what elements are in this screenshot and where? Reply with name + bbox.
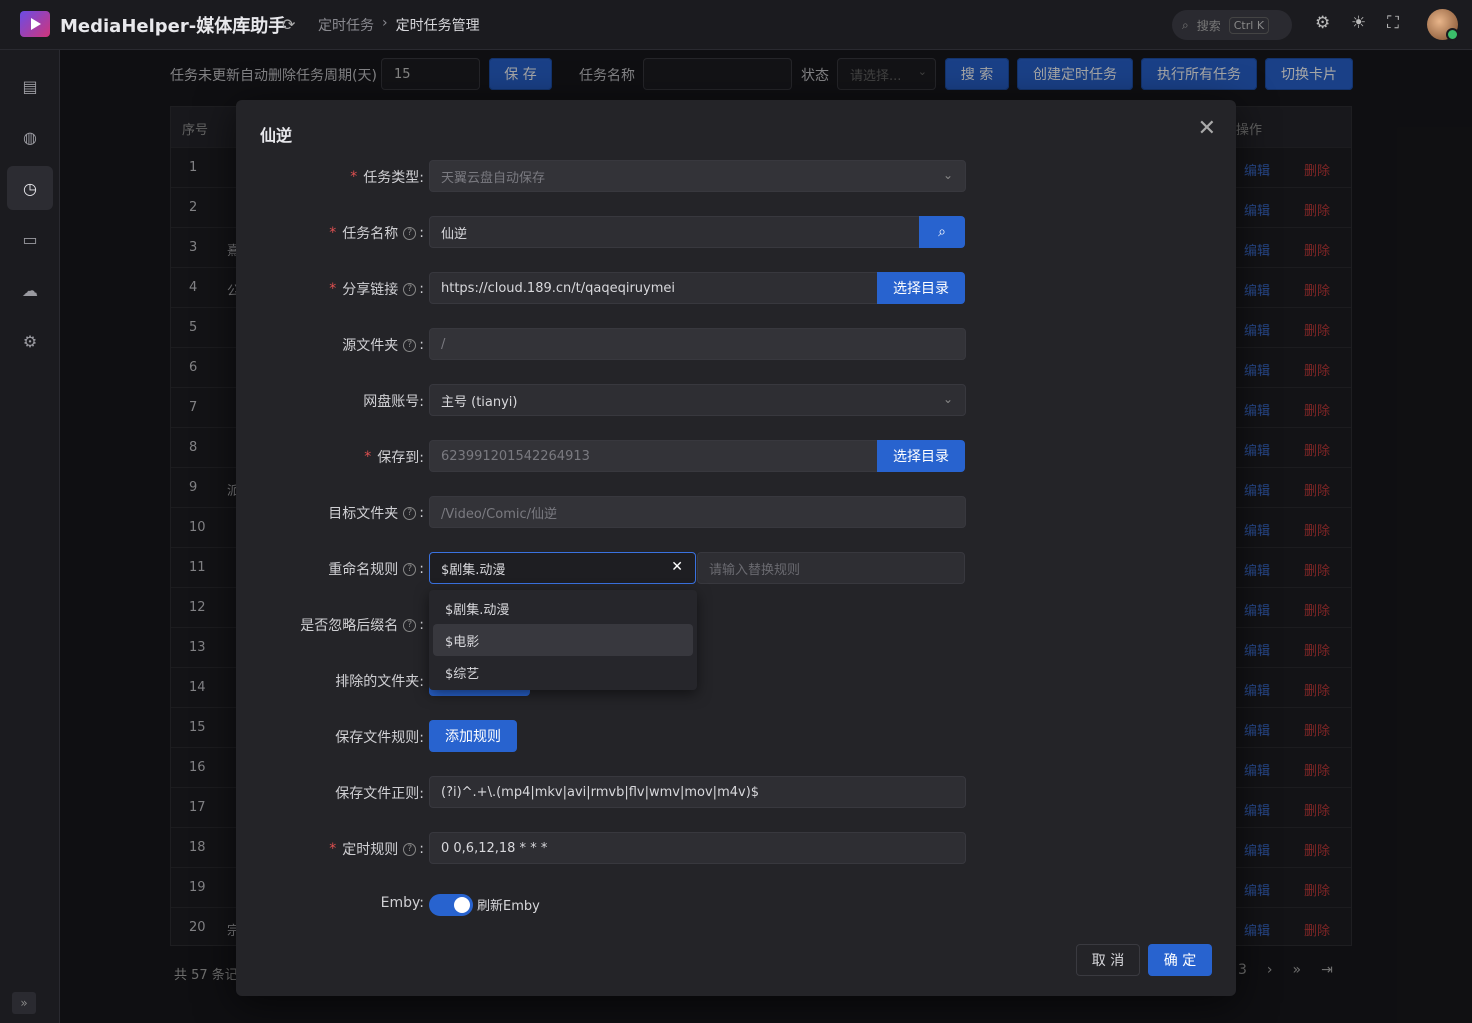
cron-label: 定时规则 [342,842,399,858]
help-icon[interactable]: ? [403,506,417,520]
refresh-icon[interactable]: ⟳ [282,15,295,34]
avatar[interactable] [1427,9,1459,41]
replace-rule-placeholder: 请输入替换规则 [709,562,801,578]
search-placeholder: 搜索 [1196,18,1221,33]
save-to-label: 保存到: [377,450,424,466]
rename-option[interactable]: $剧集.动漫 [433,592,693,624]
form-row-cron: * 定时规则?: 0 0,6,12,18 * * * [236,832,1236,864]
replace-rule-input[interactable]: 请输入替换规则 [697,552,965,584]
emby-toggle-label: 刷新Emby [477,899,540,914]
app-logo-icon [20,11,50,37]
help-icon[interactable]: ? [403,338,417,352]
target-folder-input: /Video/Comic/仙逆 [429,496,966,528]
help-icon[interactable]: ? [403,226,417,240]
cloud-icon[interactable]: ☁ [7,268,53,312]
emby-toggle[interactable] [429,894,473,916]
search-shortcut: Ctrl K [1228,16,1270,34]
exclude-folder-label: 排除的文件夹: [335,674,424,690]
cancel-button[interactable]: 取 消 [1076,944,1140,976]
form-row-target-folder: 目标文件夹?: /Video/Comic/仙逆 [236,496,1236,528]
form-row-ignore-suffix: 是否忽略后缀名?: [300,617,424,634]
close-icon[interactable]: ✕ [1198,116,1216,141]
form-row-share-link: * 分享链接?: https://cloud.189.cn/t/qaqeqiruy… [236,272,1236,304]
chevron-down-icon: ⌄ [942,392,953,406]
help-icon[interactable]: ? [403,842,417,856]
cron-input[interactable]: 0 0,6,12,18 * * * [429,832,966,864]
task-type-value: 天翼云盘自动保存 [441,170,546,186]
help-icon[interactable]: ? [403,562,417,576]
app-title: MediaHelper-媒体库助手 [60,16,287,37]
sidebar: ▤ ◍ ◷ ▭ ☁ ⚙ [0,50,60,1023]
confirm-button[interactable]: 确 定 [1148,944,1212,976]
ignore-suffix-label: 是否忽略后缀名 [300,618,399,634]
form-row-save-to: * 保存到: 623991201542264913 选择目录 [236,440,1236,472]
top-bar: MediaHelper-媒体库助手 ⟳ 定时任务 › 定时任务管理 ⌕ 搜索 C… [0,0,1472,50]
search-icon: ⌕ [1182,17,1189,32]
globe-icon[interactable]: ◍ [7,115,53,159]
rename-value: $剧集.动漫 [441,562,506,578]
edit-task-dialog: 仙逆 ✕ * 任务类型: 天翼云盘自动保存 ⌄ * 任务名称?: 仙逆 ⌕ * 分享链… [236,100,1236,996]
rename-select[interactable]: $剧集.动漫 ✕ [429,552,696,584]
save-regex-input[interactable]: (?i)^.+\.(mp4|mkv|avi|rmvb|flv|wmv|mov|m… [429,776,966,808]
account-value: 主号 (tianyi) [441,394,518,410]
select-dir-button[interactable]: 选择目录 [877,272,965,304]
fullscreen-icon[interactable]: ⛶ [1387,13,1399,33]
form-row-save-rule: 保存文件规则: 添加规则 [236,720,1236,752]
source-folder-input: / [429,328,966,360]
form-row-rename: 重命名规则?: $剧集.动漫 ✕ 请输入替换规则 [236,552,1236,584]
target-folder-label: 目标文件夹 [328,506,399,522]
task-name-input[interactable]: 仙逆 [429,216,921,248]
task-type-select: 天翼云盘自动保存 ⌄ [429,160,966,192]
form-row-exclude-folder: 排除的文件夹: [236,664,1236,696]
breadcrumb-item-scheduled[interactable]: 定时任务 [318,15,374,35]
share-link-label: 分享链接 [342,282,399,298]
form-row-account: 网盘账号: 主号 (tianyi) ⌄ [236,384,1236,416]
save-regex-label: 保存文件正则: [335,786,424,802]
add-rule-button[interactable]: 添加规则 [429,720,517,752]
sidebar-collapse-button[interactable]: » [12,992,36,1014]
chevron-down-icon: ⌄ [942,168,953,182]
dialog-title: 仙逆 [260,126,293,145]
chevron-right-icon: › [382,15,388,31]
account-label: 网盘账号: [363,394,424,410]
emby-label: Emby: [380,895,424,911]
save-to-input: 623991201542264913 [429,440,879,472]
gear-icon[interactable]: ⚙ [1315,13,1330,33]
source-folder-label: 源文件夹 [342,338,399,354]
breadcrumb-item-manage: 定时任务管理 [395,18,480,34]
rename-option[interactable]: $综艺 [433,656,693,688]
select-save-dir-button[interactable]: 选择目录 [877,440,965,472]
dashboard-icon[interactable]: ▤ [7,64,53,108]
settings-icon[interactable]: ⚙ [7,319,53,363]
form-row-emby: Emby: 刷新Emby [236,888,1236,920]
help-icon[interactable]: ? [403,618,417,632]
timer-icon[interactable]: ◷ [7,166,53,210]
sun-icon[interactable]: ☀ [1351,13,1366,33]
rename-label: 重命名规则 [328,562,399,578]
task-name-label: 任务名称 [342,226,399,242]
save-rule-label: 保存文件规则: [335,730,424,746]
form-row-save-regex: 保存文件正则: (?i)^.+\.(mp4|mkv|avi|rmvb|flv|w… [236,776,1236,808]
rename-option[interactable]: $电影 [433,624,693,656]
help-icon[interactable]: ? [403,282,417,296]
form-row-source-folder: 源文件夹?: / [236,328,1236,360]
form-row-task-name: * 任务名称?: 仙逆 ⌕ [236,216,1236,248]
clear-icon[interactable]: ✕ [671,559,683,575]
form-row-task-type: * 任务类型: 天翼云盘自动保存 ⌄ [236,160,1236,192]
tv-icon[interactable]: ▭ [7,217,53,261]
search-icon[interactable]: ⌕ [919,216,965,248]
share-link-input[interactable]: https://cloud.189.cn/t/qaqeqiruymei [429,272,879,304]
breadcrumb: 定时任务 › 定时任务管理 [318,15,480,35]
rename-dropdown: $剧集.动漫 $电影 $综艺 [429,590,697,690]
global-search[interactable]: ⌕ 搜索 Ctrl K [1172,10,1292,40]
account-select[interactable]: 主号 (tianyi) ⌄ [429,384,966,416]
task-type-label: 任务类型: [363,170,424,186]
